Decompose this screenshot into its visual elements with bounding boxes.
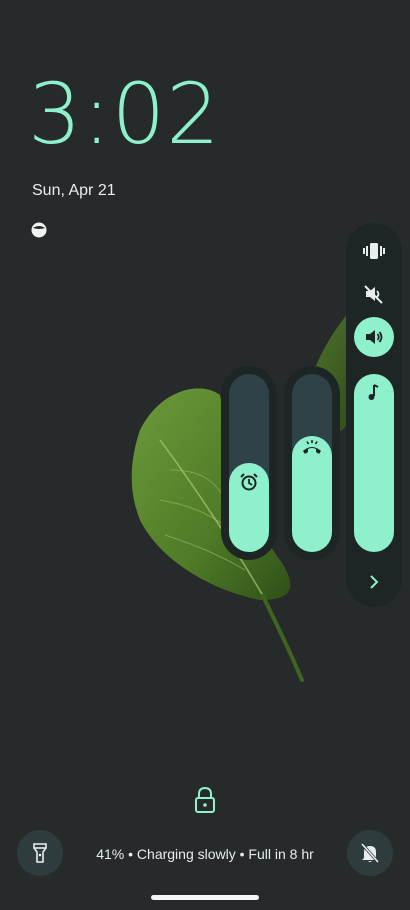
alarm-volume-slider[interactable] — [229, 374, 269, 552]
weather-moon-icon — [31, 222, 47, 238]
speaker-muted-icon — [364, 285, 383, 304]
music-note-icon — [368, 384, 379, 400]
lock-icon — [195, 786, 215, 813]
date-label: Sun, Apr 21 — [32, 182, 116, 199]
volume-expand-button[interactable] — [354, 562, 394, 602]
chevron-right-icon — [370, 575, 379, 589]
speaker-on-icon — [366, 330, 383, 344]
clock-time: 3:02 — [28, 65, 221, 163]
ringer-vibrate-button[interactable] — [354, 231, 394, 271]
media-volume-slider[interactable] — [354, 374, 394, 552]
call-volume-slider[interactable] — [292, 374, 332, 552]
vibrate-icon — [363, 243, 385, 259]
alarm-clock-icon — [240, 473, 258, 491]
notifications-toggle-button[interactable] — [347, 830, 393, 876]
phone-icon — [303, 440, 321, 454]
ringer-ring-button[interactable] — [354, 317, 394, 357]
home-indicator[interactable] — [151, 895, 259, 900]
notifications-off-icon — [360, 843, 380, 863]
ringer-mute-button[interactable] — [354, 274, 394, 314]
